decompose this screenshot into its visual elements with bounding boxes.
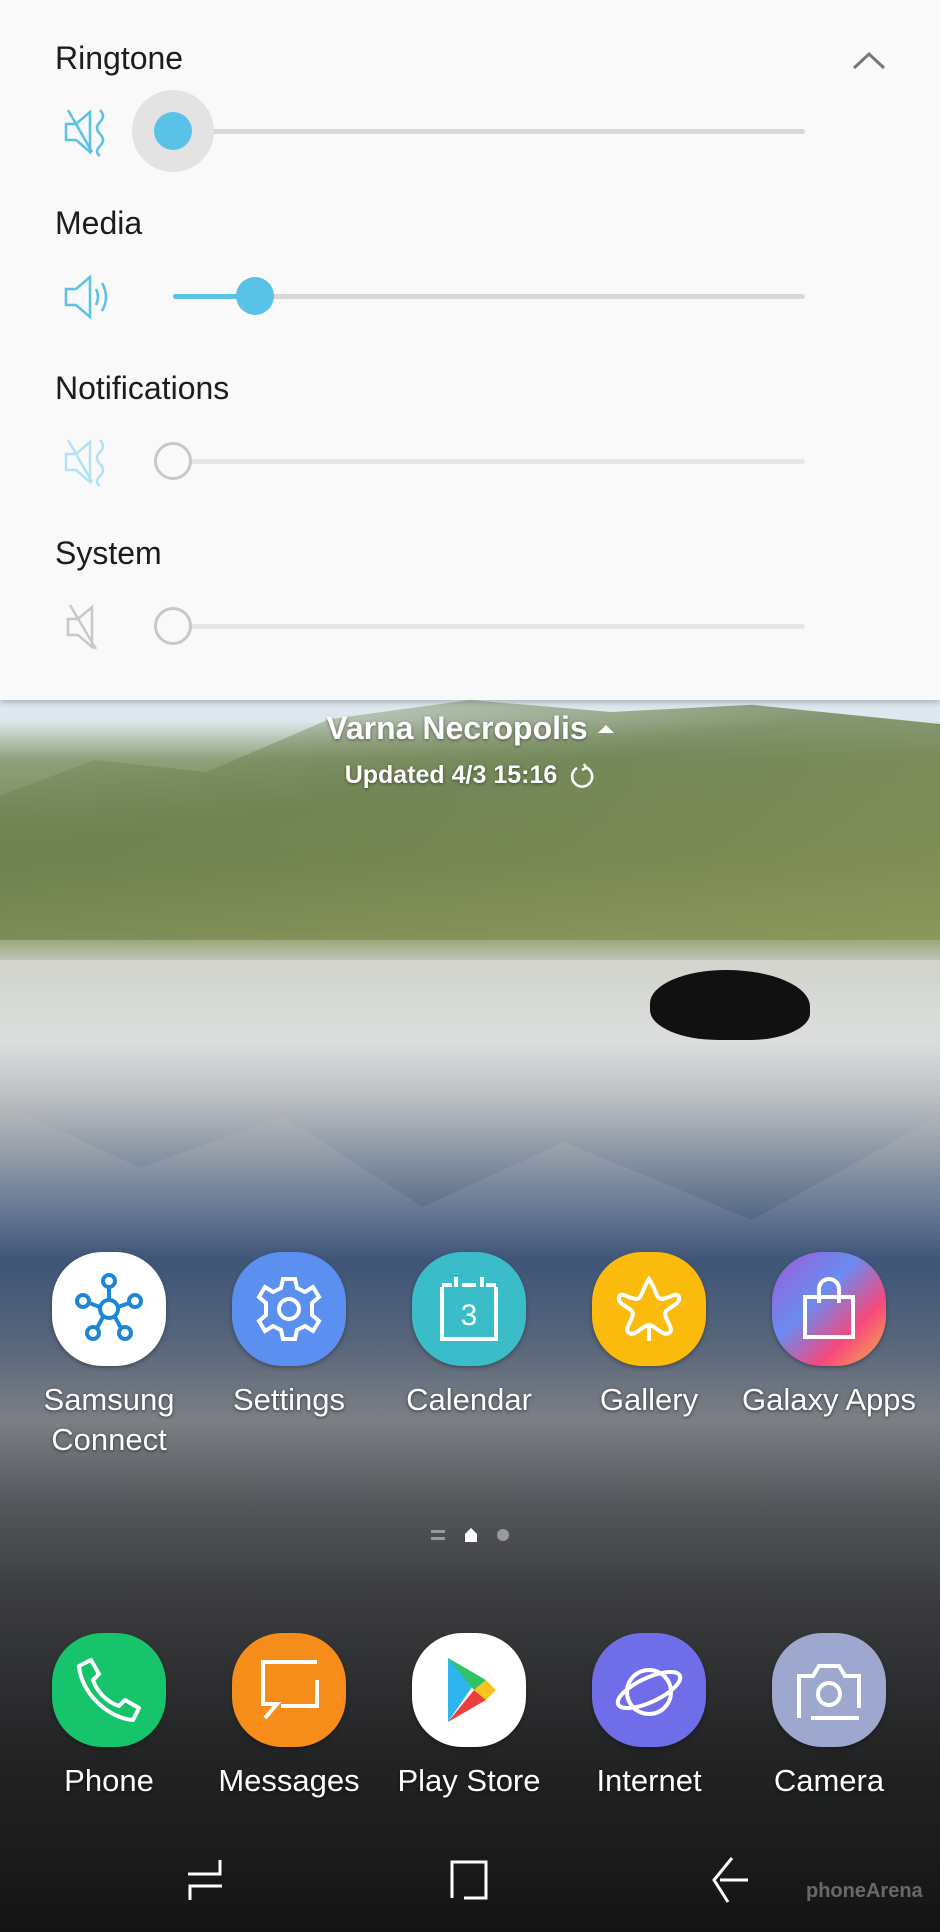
recents-button[interactable] — [166, 1850, 246, 1910]
app-camera[interactable]: Camera — [739, 1633, 919, 1801]
shopping-bag-icon — [772, 1252, 886, 1366]
notifications-row: Notifications — [0, 330, 940, 495]
page-indicator-menu-icon[interactable] — [431, 1530, 445, 1540]
media-row: Media — [0, 165, 940, 330]
app-label: Play Store — [397, 1763, 541, 1798]
play-store-icon — [412, 1633, 526, 1747]
page-indicator-home-icon[interactable] — [463, 1527, 479, 1543]
home-button-icon — [450, 1860, 488, 1900]
speaker-icon[interactable] — [62, 269, 118, 325]
weather-widget[interactable]: Varna Necropolis Updated 4/3 15:16 — [0, 710, 940, 790]
notifications-slider-thumb[interactable] — [154, 442, 192, 480]
ringtone-slider-thumb[interactable] — [154, 112, 192, 150]
weather-location-text: Varna Necropolis — [326, 710, 588, 746]
app-calendar[interactable]: 3 Calendar — [379, 1252, 559, 1420]
vibrate-mute-icon[interactable] — [62, 434, 118, 490]
app-label: Internet — [596, 1763, 702, 1798]
calendar-day: 3 — [461, 1299, 478, 1332]
dock: Phone Messages Play Store Internet Camer… — [0, 1633, 940, 1853]
back-button[interactable] — [690, 1850, 770, 1910]
wallpaper-rock — [650, 970, 810, 1040]
app-samsung-connect[interactable]: Samsung Connect — [19, 1252, 199, 1460]
ringtone-slider[interactable] — [132, 90, 805, 172]
app-label: Gallery — [599, 1382, 699, 1417]
app-phone[interactable]: Phone — [19, 1633, 199, 1801]
app-settings[interactable]: Settings — [199, 1252, 379, 1420]
ringtone-row: Ringtone — [0, 0, 940, 172]
camera-icon — [772, 1633, 886, 1747]
app-label: Phone — [64, 1763, 154, 1798]
system-slider[interactable] — [154, 607, 805, 645]
message-bubble-icon — [232, 1633, 346, 1747]
watermark: phoneArena — [806, 1880, 923, 1902]
app-play-store[interactable]: Play Store — [379, 1633, 559, 1801]
navigation-bar — [0, 1830, 940, 1932]
calendar-icon: 3 — [412, 1252, 526, 1366]
weather-updated: Updated 4/3 15:16 — [345, 761, 596, 790]
system-slider-thumb[interactable] — [154, 607, 192, 645]
app-label: Camera — [773, 1763, 885, 1798]
system-label: System — [55, 535, 162, 571]
notifications-label: Notifications — [55, 370, 230, 406]
media-label: Media — [55, 205, 143, 241]
weather-location[interactable]: Varna Necropolis — [326, 710, 614, 747]
page-indicator-dot[interactable] — [497, 1529, 509, 1541]
home-button[interactable] — [430, 1850, 510, 1910]
caret-up-icon — [597, 724, 614, 733]
media-slider-thumb[interactable] — [236, 277, 275, 315]
notifications-slider[interactable] — [154, 442, 805, 480]
app-gallery[interactable]: Gallery — [559, 1252, 739, 1420]
app-label: Galaxy Apps — [741, 1382, 917, 1417]
gallery-flower-icon — [592, 1252, 706, 1366]
gear-icon — [232, 1252, 346, 1366]
app-messages[interactable]: Messages — [199, 1633, 379, 1801]
system-row: System — [0, 495, 940, 660]
media-slider[interactable] — [173, 277, 805, 315]
refresh-icon[interactable] — [569, 762, 595, 789]
home-app-row: Samsung Connect Settings 3 Calendar Gall… — [0, 1252, 940, 1472]
page-indicator — [420, 1525, 520, 1545]
weather-updated-text: Updated 4/3 15:16 — [344, 761, 558, 789]
planet-icon — [592, 1633, 706, 1747]
vibrate-mute-icon[interactable] — [62, 104, 118, 160]
samsung-connect-icon — [52, 1252, 166, 1366]
app-label: Messages — [218, 1763, 360, 1798]
volume-panel: Ringtone Media Notifications System — [0, 0, 940, 700]
app-label: Settings — [232, 1382, 345, 1417]
back-arrow-icon — [712, 1857, 748, 1903]
app-internet[interactable]: Internet — [559, 1633, 739, 1801]
recents-icon — [188, 1860, 222, 1900]
phone-icon — [52, 1633, 166, 1747]
app-galaxy-apps[interactable]: Galaxy Apps — [739, 1252, 919, 1420]
ringtone-label: Ringtone — [55, 40, 184, 76]
app-label: Samsung Connect — [43, 1382, 175, 1457]
speaker-mute-icon[interactable] — [62, 599, 118, 655]
app-label: Calendar — [406, 1382, 532, 1417]
